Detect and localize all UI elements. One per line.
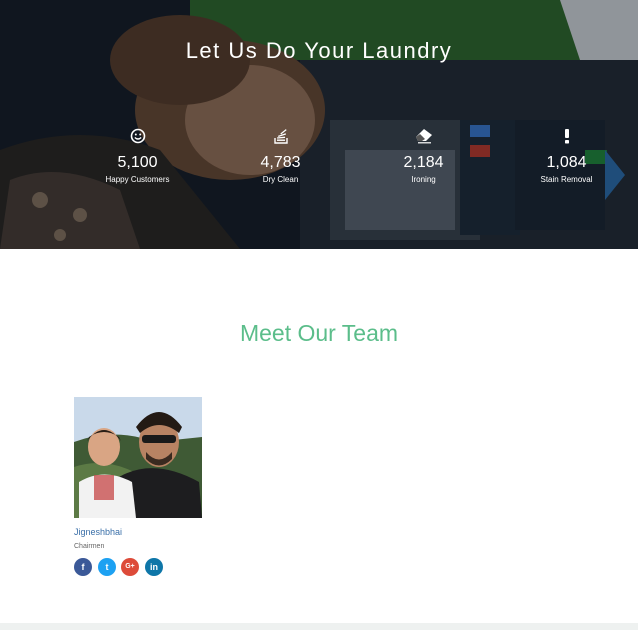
stat-value: 2,184 — [403, 154, 444, 171]
team-member-role: Chairmen — [74, 543, 105, 550]
twitter-icon[interactable]: t — [98, 558, 116, 576]
smiley-icon — [66, 128, 209, 148]
stat-ironing: 2,184 Ironing — [352, 128, 495, 184]
stat-label: Happy Customers — [105, 175, 170, 184]
team-member-photo — [74, 397, 202, 518]
stat-value: 5,100 — [117, 154, 158, 171]
team-section-title: Meet Our Team — [239, 320, 399, 346]
stat-value: 1,084 — [546, 154, 587, 171]
stat-label: Stain Removal — [540, 175, 593, 184]
stat-stain-removal: 1,084 Stain Removal — [495, 128, 638, 184]
stat-happy-customers: 5,100 Happy Customers — [66, 128, 209, 184]
exclamation-icon — [495, 128, 638, 148]
stack-icon — [209, 128, 352, 148]
team-member-name[interactable]: Jigneshbhai — [74, 527, 202, 537]
eraser-icon — [352, 128, 495, 148]
social-links: f t G+ in — [74, 558, 202, 576]
stat-label: Ironing — [411, 175, 436, 184]
stats-row: 5,100 Happy Customers 4,783 Dry Clean 2,… — [66, 128, 638, 198]
hero-title: Let Us Do Your Laundry — [185, 38, 453, 63]
facebook-icon[interactable]: f — [74, 558, 92, 576]
stat-dry-clean: 4,783 Dry Clean — [209, 128, 352, 184]
team-member-card: Jigneshbhai Chairmen f t G+ in — [74, 397, 202, 576]
google-plus-icon[interactable]: G+ — [121, 558, 139, 576]
footer-strip — [0, 623, 638, 630]
stat-value: 4,783 — [260, 154, 301, 171]
hero-section: Let Us Do Your Laundry 5,100 Happy Custo… — [0, 0, 638, 249]
linkedin-icon[interactable]: in — [145, 558, 163, 576]
stat-label: Dry Clean — [262, 175, 299, 184]
